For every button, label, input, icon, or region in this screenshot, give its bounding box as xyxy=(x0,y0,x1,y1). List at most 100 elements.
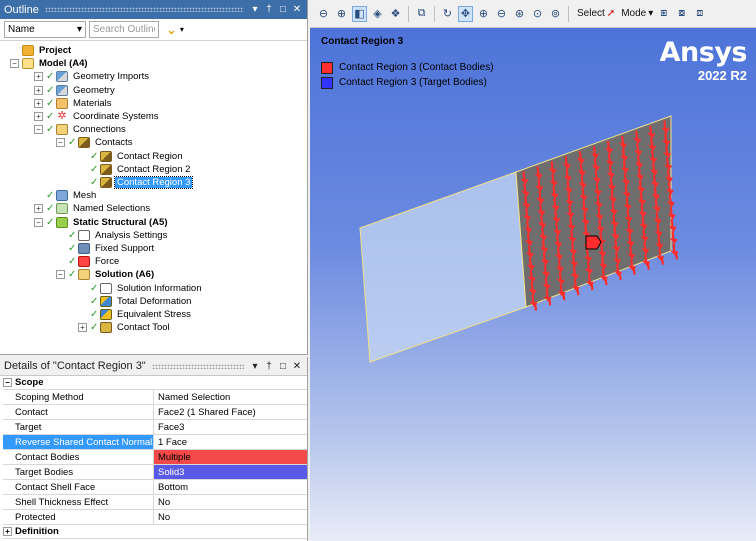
tree-item[interactable]: + ✓ Materials xyxy=(34,97,114,110)
tree-item[interactable]: ✓ Fixed Support xyxy=(56,242,156,255)
maximize-icon[interactable]: □ xyxy=(278,361,288,372)
select-button[interactable]: Select ➚ xyxy=(577,8,615,19)
magnify-icon[interactable]: ⊚ xyxy=(548,6,563,22)
tree-item[interactable]: + ✓ Geometry xyxy=(34,84,117,97)
tree-item[interactable]: + ✓ Named Selections xyxy=(34,202,152,215)
pin-icon[interactable]: † xyxy=(264,4,274,15)
status-check-icon: ✓ xyxy=(46,71,55,83)
zoom-fit-icon[interactable]: ⊙ xyxy=(530,6,545,22)
collapse-icon[interactable]: − xyxy=(3,378,12,387)
close-icon[interactable]: ✕ xyxy=(292,4,302,15)
details-row[interactable]: Contact Bodies Multiple xyxy=(3,450,307,465)
expand-icon[interactable]: + xyxy=(34,85,43,95)
collapse-icon[interactable]: − xyxy=(10,59,19,69)
expand-icon[interactable]: + xyxy=(34,112,43,121)
tree-item[interactable]: ✓ Equivalent Stress xyxy=(78,308,193,321)
details-value[interactable]: Named Selection xyxy=(154,390,307,404)
expand-icon[interactable]: + xyxy=(78,323,87,333)
tree-item[interactable]: + ✓ ✲ Coordinate Systems xyxy=(34,110,161,123)
details-table: − Scope Scoping Method Named Selection Con… xyxy=(3,376,307,539)
details-value[interactable]: No xyxy=(154,495,307,509)
tree-item[interactable]: ✓ Contact Region xyxy=(78,150,184,163)
details-value[interactable]: 1 Face xyxy=(154,435,307,449)
details-row[interactable]: Contact Shell Face Bottom xyxy=(3,480,307,495)
expand-icon[interactable]: + xyxy=(34,72,43,82)
maximize-icon[interactable]: □ xyxy=(278,4,288,15)
details-row[interactable]: Shell Thickness Effect No xyxy=(3,495,307,510)
zoom-out-icon[interactable]: ⊖ xyxy=(494,6,509,22)
details-title-grip[interactable] xyxy=(151,363,244,369)
solution-information-icon xyxy=(100,282,112,294)
box-icon[interactable]: ◧ xyxy=(352,5,367,22)
tree-item[interactable]: ✓ Force xyxy=(56,255,121,268)
plate-body[interactable] xyxy=(359,171,527,363)
details-value[interactable]: Bottom xyxy=(154,480,307,494)
details-value[interactable]: Solid3 xyxy=(154,465,307,479)
details-value[interactable]: Face3 xyxy=(154,420,307,434)
select-face-icon[interactable]: ⧆ xyxy=(656,6,671,22)
details-row[interactable]: Protected No xyxy=(3,510,307,525)
pane-menu-icon[interactable]: ▾ xyxy=(250,361,260,372)
details-value[interactable]: No xyxy=(154,510,307,524)
tree-item[interactable]: Project xyxy=(10,44,73,57)
tree-item[interactable]: − Model (A4) xyxy=(10,57,90,70)
collapse-icon[interactable]: − xyxy=(34,217,43,227)
tree-item-label: Project xyxy=(39,45,72,56)
zoom-icon[interactable]: ⊕ xyxy=(334,6,349,22)
details-key: Target Bodies xyxy=(3,465,154,479)
pin-icon[interactable]: † xyxy=(264,361,274,372)
outline-filter-select[interactable]: Name ▾ xyxy=(4,21,86,38)
expand-icon[interactable]: + xyxy=(3,527,12,536)
tree-item[interactable]: ✓ Mesh xyxy=(34,189,98,202)
collapse-icon[interactable]: − xyxy=(34,125,43,135)
group-definition[interactable]: + Definition xyxy=(3,525,307,539)
tree-item-label: Materials xyxy=(73,97,112,109)
tree-item[interactable]: − ✓ Contacts xyxy=(56,136,135,149)
tree-item[interactable]: ✓ Contact Region 2 xyxy=(78,163,192,176)
tree-item[interactable]: ✓ Contact Region 3 xyxy=(78,176,194,189)
outline-title-grip[interactable] xyxy=(44,7,244,12)
shaded-icon[interactable]: ◈ xyxy=(370,6,385,22)
details-row[interactable]: Contact Face2 (1 Shared Face) xyxy=(3,405,307,420)
details-value[interactable]: Face2 (1 Shared Face) xyxy=(154,405,307,419)
expand-chevron-icon[interactable]: ⌄ xyxy=(166,22,177,38)
details-row[interactable]: Target Bodies Solid3 xyxy=(3,465,307,480)
tree-item[interactable]: ✓ Total Deformation xyxy=(78,295,193,308)
box-zoom-icon[interactable]: ⊛ xyxy=(512,6,527,22)
tree-item[interactable]: − ✓ Static Structural (A5) xyxy=(34,216,170,229)
select-body-icon[interactable]: ⧇ xyxy=(674,6,689,22)
outline-search-input[interactable] xyxy=(89,21,159,38)
graphics-icon[interactable]: ⧉ xyxy=(414,6,429,22)
details-key: Reverse Shared Contact Normal xyxy=(3,435,154,449)
select-edge-icon[interactable]: ⧈ xyxy=(692,6,707,22)
tree-item[interactable]: ✓ Solution Information xyxy=(78,282,204,295)
graphics-viewport[interactable]: ⊖ ⊕ ◧ ◈ ❖ ⧉ ↻ ✥ ⊕ ⊖ ⊛ ⊙ ⊚ Select ➚ Mode … xyxy=(310,0,756,541)
chevron-small-icon[interactable]: ▾ xyxy=(180,25,184,34)
wireframe-icon[interactable]: ❖ xyxy=(388,6,403,22)
tree-item[interactable]: + ✓ Contact Tool xyxy=(78,321,172,334)
zoom-to-fit-icon[interactable]: ⊖ xyxy=(316,6,331,22)
details-row[interactable]: Reverse Shared Contact Normal 1 Face xyxy=(3,435,307,450)
close-icon[interactable]: ✕ xyxy=(292,361,302,372)
contacts-icon xyxy=(78,137,90,149)
expand-icon[interactable]: + xyxy=(34,98,43,108)
tree-item[interactable]: + ✓ Geometry Imports xyxy=(34,70,151,83)
group-scope[interactable]: − Scope xyxy=(3,376,307,390)
collapse-icon[interactable]: − xyxy=(56,138,65,148)
status-check-icon: ✓ xyxy=(68,137,77,149)
details-row[interactable]: Scoping Method Named Selection xyxy=(3,390,307,405)
tree-item[interactable]: − ✓ Solution (A6) xyxy=(56,268,156,281)
details-value[interactable]: Multiple xyxy=(154,450,307,464)
details-row[interactable]: Target Face3 xyxy=(3,420,307,435)
contact-arrow-shaft xyxy=(660,256,664,265)
pane-menu-icon[interactable]: ▾ xyxy=(250,4,260,15)
collapse-icon[interactable]: − xyxy=(56,270,65,280)
tree-item[interactable]: − ✓ Connections xyxy=(34,123,128,136)
tree-item[interactable]: ✓ Analysis Settings xyxy=(56,229,169,242)
pan-icon[interactable]: ✥ xyxy=(458,5,473,22)
toolbar-separator xyxy=(434,5,435,22)
expand-icon[interactable]: + xyxy=(34,204,43,214)
zoom-in-icon[interactable]: ⊕ xyxy=(476,6,491,22)
mode-dropdown[interactable]: Mode ▾ xyxy=(621,8,653,19)
rotate-icon[interactable]: ↻ xyxy=(440,6,455,22)
